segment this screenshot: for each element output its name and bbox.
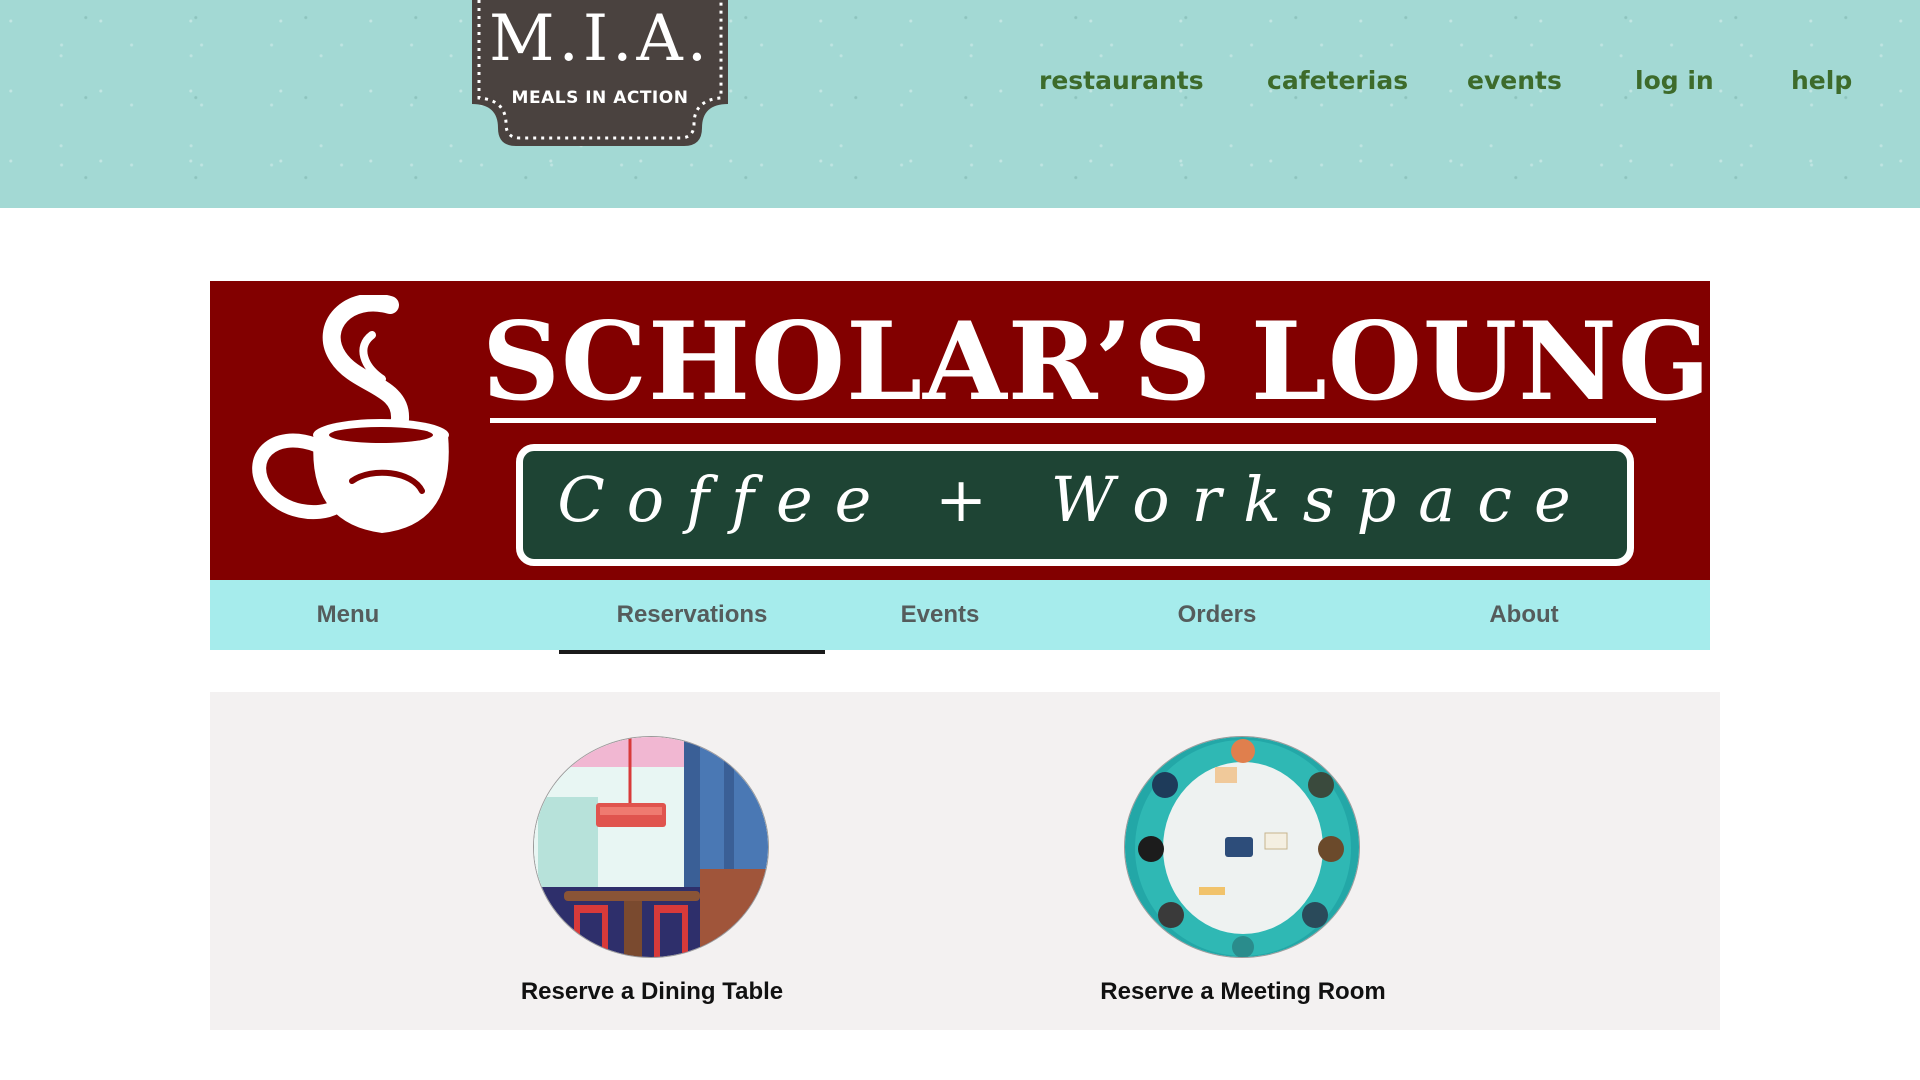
cafe-banner: SCHOLAR’S LOUNGE Coffee + Workspace bbox=[210, 281, 1710, 580]
nav-help[interactable]: help bbox=[1791, 66, 1852, 95]
tab-orders[interactable]: Orders bbox=[1137, 580, 1297, 650]
nav-cafeterias[interactable]: cafeterias bbox=[1267, 66, 1408, 95]
reserve-dining-table-label[interactable]: Reserve a Dining Table bbox=[442, 978, 862, 1006]
reserve-meeting-room-label[interactable]: Reserve a Meeting Room bbox=[1033, 978, 1453, 1006]
banner-divider bbox=[490, 418, 1656, 423]
nav-events[interactable]: events bbox=[1467, 66, 1562, 95]
reserve-dining-table-card[interactable]: Reserve a Dining Table bbox=[442, 692, 862, 1030]
nav-log-in[interactable]: log in bbox=[1635, 66, 1714, 95]
site-header: M.I.A. MEALS IN ACTION restaurants cafet… bbox=[0, 0, 1920, 208]
nav-restaurants[interactable]: restaurants bbox=[1039, 66, 1204, 95]
banner-subtitle-box: Coffee + Workspace bbox=[516, 444, 1634, 566]
logo-subtitle: MEALS IN ACTION bbox=[511, 88, 689, 108]
tab-menu[interactable]: Menu bbox=[268, 580, 428, 650]
dining-table-image[interactable] bbox=[533, 736, 769, 958]
banner-title: SCHOLAR’S LOUNGE bbox=[482, 299, 1710, 425]
banner-subtitle: Coffee + Workspace bbox=[557, 463, 1593, 536]
section-tabs: Menu Reservations Events Orders About bbox=[210, 580, 1710, 654]
reserve-meeting-room-card[interactable]: Reserve a Meeting Room bbox=[1033, 692, 1453, 1030]
reservation-panel: Reserve a Dining Table Reserve a Meeting… bbox=[210, 692, 1720, 1030]
coffee-cup-icon bbox=[252, 295, 449, 533]
tab-about[interactable]: About bbox=[1444, 580, 1604, 650]
meeting-room-image[interactable] bbox=[1124, 736, 1360, 958]
logo-title: M.I.A. bbox=[488, 2, 712, 76]
tab-reservations[interactable]: Reservations bbox=[559, 580, 825, 654]
mia-logo[interactable]: M.I.A. MEALS IN ACTION bbox=[472, 0, 728, 146]
tab-events[interactable]: Events bbox=[860, 580, 1020, 650]
